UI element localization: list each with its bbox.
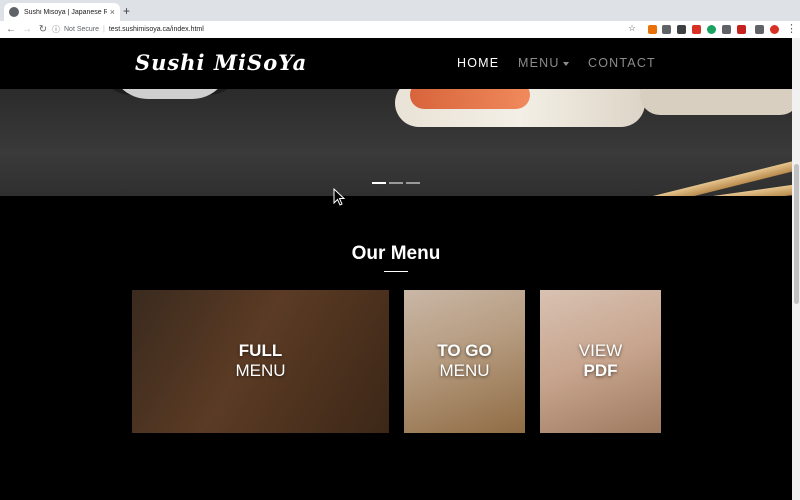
chevron-down-icon — [562, 61, 569, 66]
mouse-cursor-icon — [333, 188, 345, 206]
globe-icon — [9, 7, 19, 17]
extension-icon[interactable] — [722, 25, 731, 34]
info-icon[interactable]: ⓘ — [52, 24, 60, 35]
address-bar[interactable]: ⓘ Not Secure | test.sushimisoya.ca/index… — [52, 23, 644, 36]
site-logo[interactable]: Sushi MiSoYa — [135, 50, 307, 75]
hero-sushi-image — [640, 89, 792, 115]
view-pdf-card[interactable]: VIEW PDF — [540, 290, 661, 433]
card-label-primary: TO GO — [437, 341, 492, 360]
nav-menu-label: MENU — [518, 56, 560, 70]
extension-icon[interactable] — [648, 25, 657, 34]
bookmark-star-icon[interactable]: ☆ — [628, 23, 636, 34]
nav-menu[interactable]: MENU — [518, 56, 569, 70]
tab-close-button[interactable]: × — [110, 7, 115, 17]
extension-icon[interactable] — [662, 25, 671, 34]
card-label-secondary: PDF — [583, 361, 618, 380]
card-label-secondary: MENU — [439, 361, 490, 380]
reload-icon[interactable]: ↻ — [35, 24, 51, 35]
to-go-menu-card[interactable]: TO GO MENU — [404, 290, 525, 433]
card-label-primary: FULL — [238, 341, 283, 360]
nav-home[interactable]: HOME — [457, 56, 499, 70]
browser-tabstrip: Sushi Misoya | Japanese Resta × + — [0, 0, 800, 21]
forward-icon[interactable]: → — [19, 24, 35, 35]
full-menu-card[interactable]: FULL MENU — [132, 290, 389, 433]
extension-icon[interactable] — [677, 25, 686, 34]
new-tab-button[interactable]: + — [123, 4, 130, 18]
hero-slider — [0, 89, 792, 196]
address-separator: | — [103, 26, 105, 33]
extension-icon[interactable] — [692, 25, 701, 34]
nav-contact[interactable]: CONTACT — [588, 56, 656, 70]
site-header: Sushi MiSoYa HOME MENU CONTACT — [0, 38, 792, 89]
slider-dot[interactable] — [406, 182, 420, 184]
url-text[interactable]: test.sushimisoya.ca/index.html — [109, 26, 204, 33]
hero-salmon-image — [410, 89, 530, 109]
extension-icon[interactable] — [707, 25, 716, 34]
slider-dot[interactable] — [372, 182, 386, 184]
browser-tab[interactable]: Sushi Misoya | Japanese Resta × — [4, 3, 120, 21]
slider-dot[interactable] — [389, 182, 403, 184]
security-label: Not Secure — [64, 26, 100, 33]
scrollbar-thumb[interactable] — [794, 164, 799, 304]
slider-indicators — [372, 182, 420, 184]
profile-icon[interactable] — [770, 25, 779, 34]
title-divider — [384, 271, 408, 272]
tab-title: Sushi Misoya | Japanese Resta — [24, 8, 107, 16]
browser-toolbar: ← → ↻ ⓘ Not Secure | test.sushimisoya.ca… — [0, 21, 800, 38]
back-icon[interactable]: ← — [3, 24, 19, 35]
card-label-secondary: MENU — [235, 361, 286, 380]
section-title: Our Menu — [351, 243, 441, 264]
browser-menu-icon[interactable]: ⋮ — [786, 22, 797, 35]
hero-chopstick-image — [343, 157, 792, 196]
card-label-primary: VIEW — [578, 341, 623, 360]
puzzle-icon[interactable] — [755, 25, 764, 34]
